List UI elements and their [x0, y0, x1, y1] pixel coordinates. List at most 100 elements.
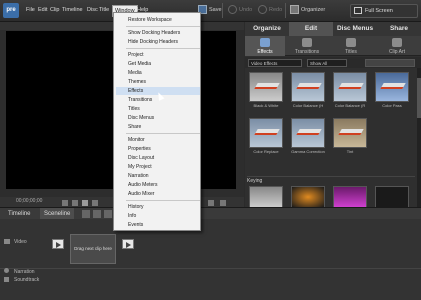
menu-item-disc-menus[interactable]: Disc Menus: [128, 114, 200, 122]
subtab-effects[interactable]: Effects: [245, 36, 285, 56]
timeline-tool-icon[interactable]: [104, 210, 112, 218]
effects-icon: [260, 38, 270, 47]
tab-edit[interactable]: Edit: [289, 22, 333, 36]
toolbar-divider: [222, 3, 223, 18]
play-button[interactable]: [82, 200, 88, 206]
effect-thumbnail[interactable]: [333, 72, 367, 102]
menu-disc[interactable]: Disc: [87, 7, 98, 13]
effect-thumbnail[interactable]: [333, 186, 367, 208]
effects-search-input[interactable]: [365, 59, 415, 67]
menu-clip[interactable]: Clip: [50, 7, 59, 13]
app-logo: pre: [3, 3, 19, 18]
effect-thumbnail[interactable]: [291, 186, 325, 208]
save-button[interactable]: Save: [198, 4, 222, 17]
effect-thumbnail[interactable]: [291, 72, 325, 102]
track-divider: [0, 268, 421, 269]
tasks-panel: Organize Edit Disc Menus Share Effects T…: [245, 22, 421, 208]
menu-item-events[interactable]: Events: [128, 221, 200, 229]
menu-timeline[interactable]: Timeline: [62, 7, 83, 13]
menu-item-properties[interactable]: Properties: [128, 145, 200, 153]
effect-label: Color Replace: [253, 149, 279, 154]
rewind-button[interactable]: [62, 200, 68, 206]
menu-item-project[interactable]: Project: [128, 51, 200, 59]
subtab-titles-label: Titles: [345, 49, 357, 55]
effect-label: Black & White: [253, 103, 279, 108]
tab-disc-menus[interactable]: Disc Menus: [333, 22, 377, 36]
effect-thumbnail[interactable]: [333, 118, 367, 148]
menu-item-narration[interactable]: Narration: [128, 172, 200, 180]
transition-slot[interactable]: [122, 239, 134, 249]
video-track-label: Video: [14, 239, 27, 245]
menu-file[interactable]: File: [26, 7, 35, 13]
narration-icon: [4, 268, 9, 273]
menu-item-disc-layout[interactable]: Disc Layout: [128, 154, 200, 162]
menu-item-my-project[interactable]: My Project: [128, 163, 200, 171]
effect-label: Gamma Correction: [291, 149, 325, 154]
menu-separator: [126, 48, 200, 49]
menu-item-show-docking-headers[interactable]: Show Docking Headers: [128, 29, 200, 37]
undo-label: Undo: [239, 7, 253, 13]
step-back-button[interactable]: [72, 200, 78, 206]
save-label: Save: [209, 7, 222, 13]
effect-category-select[interactable]: Video Effects: [248, 59, 302, 67]
effect-thumbnail[interactable]: [249, 72, 283, 102]
menu-item-info[interactable]: Info: [128, 212, 200, 220]
menu-item-media[interactable]: Media: [128, 69, 200, 77]
monitor-options-button[interactable]: [220, 200, 226, 206]
redo-icon: [258, 5, 267, 15]
full-screen-button[interactable]: Full Screen: [350, 4, 418, 18]
window-menu-dropdown: Restore Workspace Show Docking Headers H…: [113, 12, 201, 231]
menu-item-audio-meters[interactable]: Audio Meters: [128, 181, 200, 189]
clip-art-icon: [392, 38, 402, 47]
effect-thumbnail[interactable]: [291, 118, 325, 148]
step-forward-button[interactable]: [92, 200, 98, 206]
toolbar-divider: [285, 3, 286, 18]
subtab-transitions[interactable]: Transitions: [285, 36, 329, 56]
menu-item-titles[interactable]: Titles: [128, 105, 200, 113]
menu-bar: pre File Edit Clip Timeline Disc Title W…: [0, 0, 421, 22]
menu-item-history[interactable]: History: [128, 203, 200, 211]
subtab-transitions-label: Transitions: [294, 49, 320, 55]
menu-title[interactable]: Title: [99, 7, 109, 13]
effect-thumbnail[interactable]: [375, 186, 409, 208]
timeline-tool-icon[interactable]: [82, 210, 90, 218]
menu-edit[interactable]: Edit: [38, 7, 47, 13]
undo-button[interactable]: Undo: [228, 4, 252, 17]
effect-label: Tint: [346, 149, 354, 154]
organizer-icon: [290, 5, 299, 15]
full-screen-label: Full Screen: [365, 8, 393, 14]
effect-label: Color Balance (H: [292, 103, 324, 108]
soundtrack-track-label: Soundtrack: [14, 277, 40, 283]
effect-thumbnail[interactable]: [249, 118, 283, 148]
edit-subtabs: Effects Transitions Titles Clip Art: [245, 36, 421, 56]
organizer-button[interactable]: Organizer: [290, 4, 325, 17]
menu-item-share[interactable]: Share: [128, 123, 200, 131]
menu-item-restore-workspace[interactable]: Restore Workspace: [128, 16, 200, 24]
subtab-effects-label: Effects: [257, 49, 273, 55]
menu-item-themes[interactable]: Themes: [128, 78, 200, 86]
subtab-clip-art[interactable]: Clip Art: [373, 36, 421, 56]
subtab-clip-art-label: Clip Art: [388, 49, 406, 55]
menu-separator: [126, 200, 200, 201]
menu-item-get-media[interactable]: Get Media: [128, 60, 200, 68]
gallery-scrollbar[interactable]: [417, 68, 421, 207]
subtab-titles[interactable]: Titles: [329, 36, 373, 56]
show-filter-select[interactable]: Show All: [307, 59, 347, 67]
transition-slot[interactable]: [52, 239, 64, 249]
effect-thumbnail[interactable]: [375, 72, 409, 102]
tab-organize[interactable]: Organize: [245, 22, 289, 36]
menu-separator: [126, 26, 200, 27]
menu-item-audio-mixer[interactable]: Audio Mixer: [128, 190, 200, 198]
clip-drop-zone[interactable]: Drag next clip here: [70, 234, 116, 264]
tab-share[interactable]: Share: [377, 22, 421, 36]
split-clip-button[interactable]: [208, 200, 214, 206]
redo-button[interactable]: Redo: [258, 4, 282, 17]
organizer-label: Organizer: [301, 7, 326, 13]
effect-thumbnail[interactable]: [249, 186, 283, 208]
scrollbar-thumb[interactable]: [417, 78, 421, 118]
menu-item-monitor[interactable]: Monitor: [128, 136, 200, 144]
timeline-tool-icon[interactable]: [93, 210, 101, 218]
undo-icon: [228, 5, 237, 15]
soundtrack-icon: [4, 277, 9, 282]
menu-item-hide-docking-headers[interactable]: Hide Docking Headers: [128, 38, 200, 46]
